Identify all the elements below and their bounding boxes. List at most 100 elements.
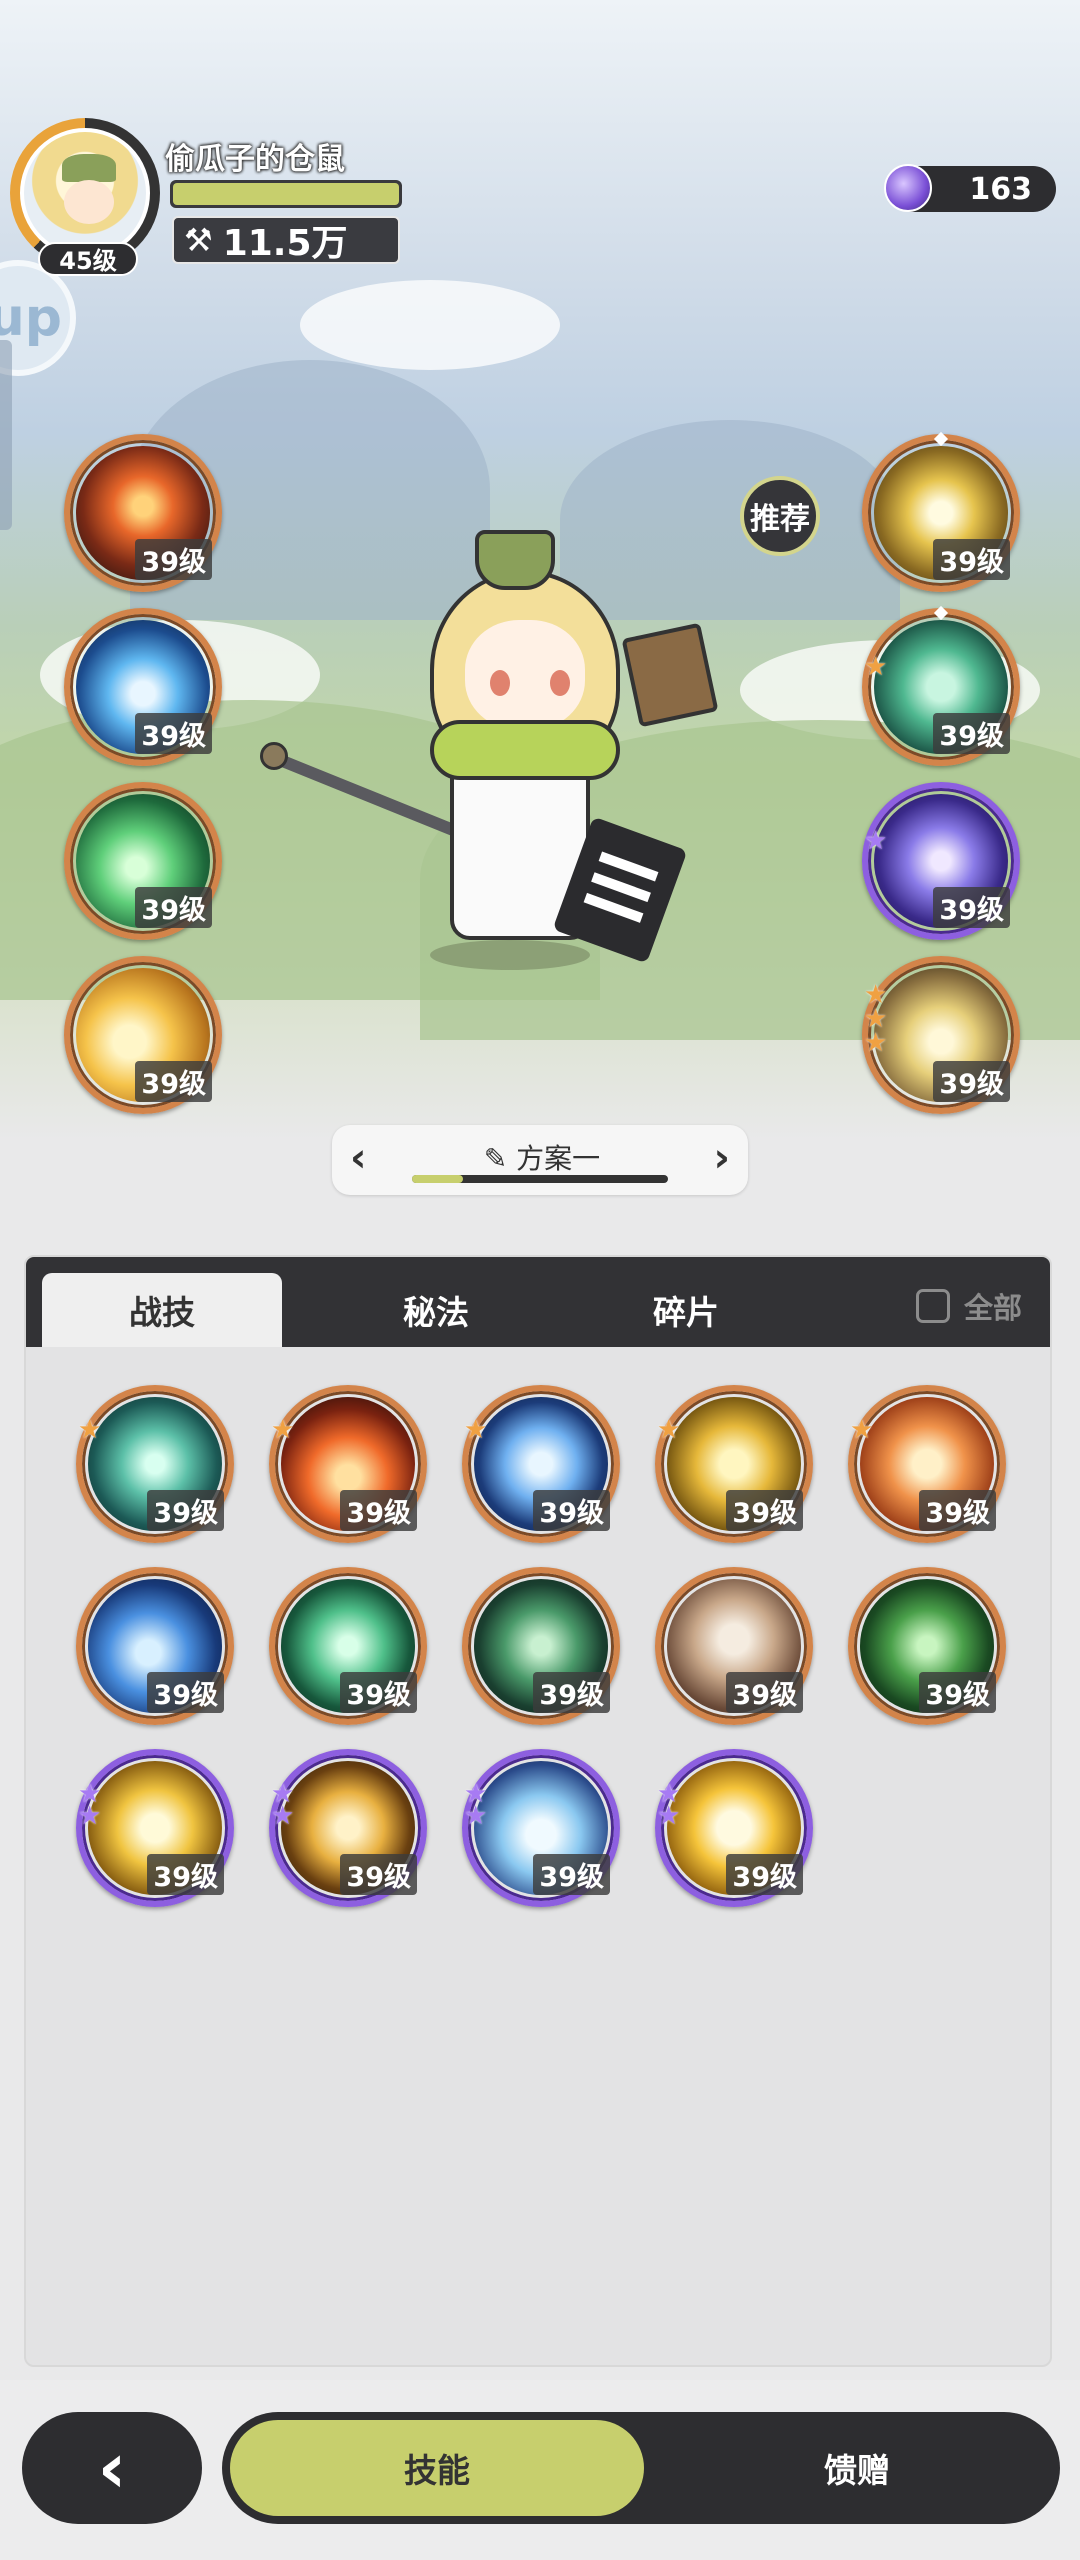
skill-slot[interactable]: ★ 39级 [848, 1385, 1006, 1543]
staff-knob [260, 742, 288, 770]
skill-tabs: 战技 秘法 碎片 全部 [26, 1257, 1050, 1347]
skill-level: 39级 [933, 1061, 1010, 1102]
back-button[interactable]: ‹ [22, 2412, 202, 2524]
skill-level: 39级 [933, 713, 1010, 754]
star-icon: ★ [864, 1028, 888, 1058]
skill-slot[interactable]: ★ ★ 39级 [76, 1749, 234, 1907]
skill-slot[interactable]: 39级 [848, 1567, 1006, 1725]
gem-amount: 163 [969, 171, 1032, 207]
star-icon: ★ [464, 1801, 488, 1831]
skill-slot[interactable]: ★ ★ 39级 [462, 1749, 620, 1907]
skill-slot[interactable]: 39级 [462, 1567, 620, 1725]
skill-level: 39级 [147, 1854, 224, 1895]
purple-gem-icon [884, 164, 932, 212]
skill-level: 39级 [340, 1854, 417, 1895]
plan-progress-track [412, 1175, 668, 1183]
equipped-skill-right-1[interactable]: 39级 [862, 431, 1020, 592]
next-plan-button[interactable]: › [714, 1135, 730, 1181]
show-all-toggle[interactable]: 全部 [915, 1285, 1022, 1327]
show-all-label: 全部 [963, 1291, 1022, 1325]
slot-marker-icon [933, 605, 949, 621]
equipped-skill-right-2[interactable]: ★ 39级 [862, 605, 1020, 766]
skill-level: 39级 [340, 1672, 417, 1713]
nav-tab-gifts[interactable]: 馈赠 [662, 2420, 1052, 2516]
combat-power: ⚒ 11.5万 [172, 216, 400, 264]
battle-scene-background: up 45级 偷瓜子的仓鼠 ⚒ 11.5万 163 39级 39级 39级 39… [0, 0, 1080, 1140]
character-scarf [430, 720, 620, 780]
skill-slot[interactable]: ★ ★ 39级 [269, 1749, 427, 1907]
skill-slot[interactable]: ★ 39级 [655, 1385, 813, 1543]
star-icon: ★ [271, 1801, 295, 1831]
equipped-skill-right-3[interactable]: ★ 39级 [862, 782, 1020, 940]
skill-level: 39级 [135, 539, 212, 580]
skill-level: 39级 [147, 1490, 224, 1531]
plan-name[interactable]: ✎ 方案一 [452, 1137, 632, 1177]
slot-marker-icon [933, 431, 949, 447]
prev-plan-button[interactable]: ‹ [350, 1135, 366, 1181]
equipped-skill-left-3[interactable]: 39级 [64, 782, 222, 940]
skill-slot[interactable]: ★ 39级 [76, 1385, 234, 1543]
side-drawer-handle[interactable] [0, 340, 12, 530]
bottom-nav: ‹ 技能 馈赠 [0, 2380, 1080, 2560]
skill-level: 39级 [135, 1061, 212, 1102]
chevron-left-icon: ‹ [97, 2427, 127, 2509]
skill-level: 39级 [135, 887, 212, 928]
tab-combat-skills[interactable]: 战技 [42, 1273, 282, 1347]
player-name: 偷瓜子的仓鼠 [165, 142, 345, 177]
skill-panel: 战技 秘法 碎片 全部 ★ 39级 ★ 39级 ★ 39级 ★ 39级 ★ 39级 39级 39级 39… [24, 1255, 1052, 2367]
skill-level: 39级 [919, 1672, 996, 1713]
player-xp-bar [170, 180, 402, 208]
show-all-checkbox[interactable] [915, 1289, 950, 1323]
player-xp-fill [173, 183, 399, 205]
avatar-portrait [20, 128, 150, 258]
skill-level: 39级 [147, 1672, 224, 1713]
tab-fragments[interactable]: 碎片 [566, 1273, 806, 1347]
skill-slot[interactable]: ★ ★ 39级 [655, 1749, 813, 1907]
skill-level: 39级 [135, 713, 212, 754]
skill-slot[interactable]: 39级 [269, 1567, 427, 1725]
skill-level: 39级 [533, 1490, 610, 1531]
star-icon: ★ [78, 1801, 102, 1831]
gem-currency[interactable]: 163 [884, 164, 1056, 212]
star-icon: ★ [864, 826, 888, 856]
skill-level: 39级 [533, 1854, 610, 1895]
star-icon: ★ [850, 1415, 874, 1445]
star-icon: ★ [271, 1415, 295, 1445]
avatar-hat [62, 154, 116, 182]
equipped-skill-right-4[interactable]: ★ ★ ★ 39级 [862, 956, 1020, 1114]
star-icon: ★ [657, 1415, 681, 1445]
skill-level: 39级 [933, 539, 1010, 580]
nav-tab-bar: 技能 馈赠 [222, 2412, 1060, 2524]
skill-level: 39级 [340, 1490, 417, 1531]
combat-power-value: 11.5万 [222, 223, 348, 264]
character-crown [475, 530, 555, 590]
skill-level: 39级 [933, 887, 1010, 928]
skill-level: 39级 [726, 1854, 803, 1895]
character-shadow [430, 940, 590, 970]
star-icon: ★ [657, 1801, 681, 1831]
tab-secret-arts[interactable]: 秘法 [316, 1273, 556, 1347]
skill-slot[interactable]: ★ 39级 [462, 1385, 620, 1543]
skill-slot[interactable]: 39级 [655, 1567, 813, 1725]
equipped-skill-left-2[interactable]: 39级 [64, 608, 222, 766]
skill-slot[interactable]: 39级 [76, 1567, 234, 1725]
crossed-swords-icon: ⚒ [184, 221, 213, 259]
plan-name-label: 方案一 [516, 1142, 601, 1175]
equipped-skill-left-4[interactable]: 39级 [64, 956, 222, 1114]
plan-selector: ‹ ✎ 方案一 › [332, 1125, 748, 1195]
cloud [300, 280, 560, 370]
skill-level: 39级 [533, 1672, 610, 1713]
nav-tab-skills[interactable]: 技能 [230, 2420, 644, 2516]
skill-slot[interactable]: ★ 39级 [269, 1385, 427, 1543]
skill-level: 39级 [726, 1672, 803, 1713]
equipped-skill-left-1[interactable]: 39级 [64, 434, 222, 592]
recommend-button[interactable]: 推荐 [740, 476, 820, 556]
book-icon [621, 622, 719, 728]
character-eye [490, 670, 510, 696]
edit-icon: ✎ [483, 1142, 508, 1175]
star-icon: ★ [864, 652, 888, 682]
player-avatar[interactable]: 45级 [10, 118, 160, 276]
skill-level: 39级 [726, 1490, 803, 1531]
player-character [250, 520, 719, 1000]
player-level: 45级 [38, 242, 138, 276]
